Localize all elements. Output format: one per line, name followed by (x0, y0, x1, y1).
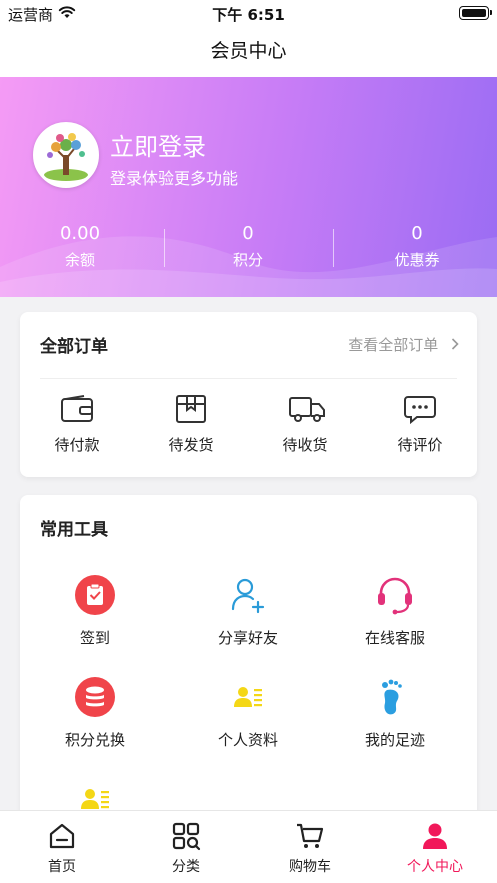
tool-profile[interactable]: 个人资料 (178, 677, 318, 750)
share-user-icon (228, 575, 268, 615)
tool-label: 在线客服 (364, 629, 425, 647)
stat-balance[interactable]: 0.00 余额 (0, 223, 160, 271)
order-pending-payment[interactable]: 待付款 (20, 394, 134, 455)
tab-bar: 首页 分类 购物车 个人中心 (0, 810, 497, 883)
divider (40, 378, 457, 379)
order-item-label: 待评价 (397, 436, 443, 454)
tool-share-friends[interactable]: 分享好友 (178, 575, 318, 648)
tab-label: 分类 (172, 859, 200, 875)
coins-icon (75, 677, 115, 717)
headset-icon (375, 575, 415, 615)
stat-divider (164, 229, 165, 267)
tools-card: 常用工具 签到 分享好友 在线客服 积分兑换 个人资料 我的足迹 (20, 495, 477, 825)
footprint-icon (375, 677, 415, 717)
tool-online-support[interactable]: 在线客服 (325, 575, 465, 648)
stat-points-value: 0 (242, 223, 254, 244)
tool-points-exchange[interactable]: 积分兑换 (25, 677, 165, 750)
tools-title: 常用工具 (40, 520, 108, 540)
stat-balance-value: 0.00 (59, 223, 101, 244)
profile-header: 立即登录 登录体验更多功能 0.00 余额 0 积分 0 优惠券 (0, 77, 497, 297)
tool-footprints[interactable]: 我的足迹 (325, 677, 465, 750)
tab-profile[interactable]: 个人中心 (373, 821, 497, 876)
order-pending-receipt[interactable]: 待收货 (248, 394, 362, 455)
tool-label: 积分兑换 (64, 731, 125, 749)
comment-icon (403, 394, 437, 425)
tab-home[interactable]: 首页 (0, 821, 124, 876)
profile-card-icon (228, 677, 268, 717)
login-link[interactable]: 立即登录 (110, 127, 206, 162)
tool-label: 签到 (79, 629, 110, 647)
tool-label: 个人资料 (217, 731, 278, 749)
truck-icon (288, 394, 325, 424)
stat-coupons-value: 0 (411, 223, 423, 244)
package-icon (174, 394, 208, 424)
order-item-label: 待发货 (168, 436, 214, 454)
tab-cart[interactable]: 购物车 (248, 821, 372, 876)
tab-label: 购物车 (289, 859, 331, 875)
stat-points-label: 积分 (232, 251, 263, 269)
tab-label: 首页 (48, 859, 76, 875)
checkin-icon (75, 575, 115, 615)
order-item-label: 待收货 (282, 436, 328, 454)
stat-divider (333, 229, 334, 267)
tree-avatar-icon (44, 133, 88, 181)
stat-coupons-label: 优惠券 (394, 251, 440, 269)
status-time: 下午 6:51 (212, 6, 285, 24)
login-subtitle: 登录体验更多功能 (110, 169, 239, 188)
view-all-orders-label: 查看全部订单 (348, 336, 439, 354)
orders-title: 全部订单 (40, 337, 108, 357)
order-pending-review[interactable]: 待评价 (363, 394, 477, 455)
order-item-label: 待付款 (54, 436, 100, 454)
order-pending-shipment[interactable]: 待发货 (134, 394, 248, 455)
nav-bar: 会员中心 (0, 26, 497, 77)
stat-balance-label: 余额 (64, 251, 95, 269)
home-icon (47, 821, 77, 851)
user-icon (420, 821, 450, 851)
page-title: 会员中心 (210, 40, 287, 62)
tab-category[interactable]: 分类 (124, 821, 248, 876)
category-icon (171, 821, 201, 851)
battery-icon (459, 6, 492, 20)
avatar[interactable] (33, 122, 99, 188)
chevron-right-icon (451, 336, 459, 354)
tool-checkin[interactable]: 签到 (25, 575, 165, 648)
tool-label: 分享好友 (217, 629, 278, 647)
tool-label: 我的足迹 (364, 731, 425, 749)
stat-points[interactable]: 0 积分 (168, 223, 328, 271)
stat-coupons[interactable]: 0 优惠券 (337, 223, 497, 271)
view-all-orders-link[interactable]: 查看全部订单 (348, 334, 459, 355)
wallet-icon (60, 394, 94, 424)
status-bar: 运营商 下午 6:51 (0, 0, 497, 26)
orders-card: 全部订单 查看全部订单 待付款 待发货 待收货 待评价 (20, 312, 477, 477)
tab-label: 个人中心 (407, 859, 463, 875)
cart-icon (295, 821, 325, 851)
